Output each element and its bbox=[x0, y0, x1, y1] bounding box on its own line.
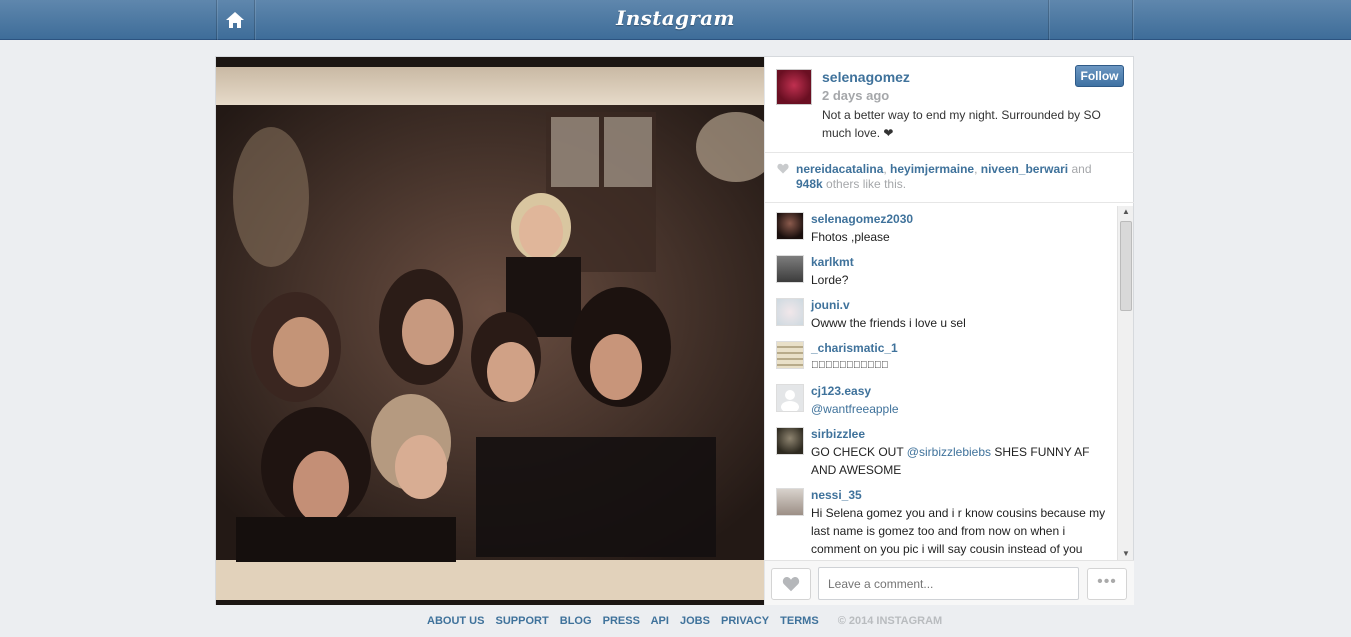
likes-summary: nereidacatalina, heyimjermaine, niveen_b… bbox=[765, 153, 1134, 203]
comment-avatar[interactable] bbox=[776, 341, 804, 369]
liker-link[interactable]: niveen_berwari bbox=[981, 162, 1068, 176]
comment-username[interactable]: sirbizzlee bbox=[811, 425, 1107, 443]
post-username[interactable]: selenagomez bbox=[822, 69, 910, 85]
footer-link-terms[interactable]: TERMS bbox=[780, 615, 819, 627]
footer-link-jobs[interactable]: JOBS bbox=[680, 615, 710, 627]
instagram-logo[interactable]: Instagram bbox=[0, 6, 1351, 30]
liker-link[interactable]: nereidacatalina bbox=[796, 162, 883, 176]
post-photo[interactable] bbox=[216, 57, 764, 605]
comments-list[interactable]: selenagomez2030 Fhotos ,please karlkmt L… bbox=[765, 204, 1117, 560]
comment-avatar[interactable] bbox=[776, 212, 804, 240]
comment-avatar[interactable] bbox=[776, 298, 804, 326]
comment-avatar[interactable] bbox=[776, 488, 804, 516]
likes-and-text: and bbox=[1068, 162, 1092, 176]
comment-username[interactable]: jouni.v bbox=[811, 296, 1107, 314]
scroll-thumb[interactable] bbox=[1120, 221, 1132, 311]
footer-link-privacy[interactable]: PRIVACY bbox=[721, 615, 769, 627]
heart-icon bbox=[777, 163, 789, 174]
comment-item: selenagomez2030 Fhotos ,please bbox=[765, 204, 1117, 247]
comment-item: sirbizzlee GO CHECK OUT @sirbizzlebiebs … bbox=[765, 419, 1117, 480]
likes-count[interactable]: 948k bbox=[796, 177, 823, 191]
comment-text-part: GO CHECK OUT bbox=[811, 445, 907, 459]
default-avatar-icon bbox=[781, 390, 799, 413]
scroll-down-arrow-icon[interactable]: ▼ bbox=[1118, 548, 1134, 560]
comment-action-bar: ••• bbox=[765, 560, 1134, 605]
heart-icon bbox=[782, 577, 800, 592]
comment-item: _charismatic_1 􏿾􏿾􏿾􏿾􏿾􏿾􏿾􏿾􏿾􏿾􏿾 bbox=[765, 333, 1117, 376]
scroll-up-arrow-icon[interactable]: ▲ bbox=[1118, 206, 1134, 218]
comment-avatar[interactable] bbox=[776, 255, 804, 283]
post-timestamp[interactable]: 2 days ago bbox=[822, 88, 889, 103]
comment-text: GO CHECK OUT @sirbizzlebiebs SHES FUNNY … bbox=[811, 443, 1107, 479]
comment-text: Hi Selena gomez you and i r know cousins… bbox=[811, 506, 1106, 556]
comment-username[interactable]: karlkmt bbox=[811, 253, 1107, 271]
comments-scrollbar[interactable]: ▲ ▼ bbox=[1117, 206, 1133, 560]
more-options-button[interactable]: ••• bbox=[1087, 568, 1127, 600]
comment-item: jouni.v Owww the friends i love u sel bbox=[765, 290, 1117, 333]
like-button[interactable] bbox=[771, 568, 811, 600]
post-card: selenagomez 2 days ago Not a better way … bbox=[215, 56, 1134, 605]
liker-link[interactable]: heyimjermaine bbox=[890, 162, 974, 176]
comment-mention[interactable]: @wantfreeapple bbox=[811, 400, 1107, 418]
comment-username[interactable]: nessi_35 bbox=[811, 486, 1107, 504]
comment-text: Fhotos ,please bbox=[811, 230, 890, 244]
likes-separator: , bbox=[974, 162, 981, 176]
comment-avatar[interactable] bbox=[776, 384, 804, 413]
comment-username[interactable]: cj123.easy bbox=[811, 382, 1107, 400]
top-navigation-bar: Instagram bbox=[0, 0, 1351, 40]
likes-rest-text: others like this. bbox=[822, 177, 907, 191]
avatar[interactable] bbox=[776, 69, 812, 105]
post-side-panel: selenagomez 2 days ago Not a better way … bbox=[764, 57, 1134, 605]
photo-image bbox=[216, 57, 764, 605]
post-header: selenagomez 2 days ago Not a better way … bbox=[765, 57, 1134, 153]
footer-link-press[interactable]: PRESS bbox=[603, 615, 640, 627]
follow-button[interactable]: Follow bbox=[1075, 65, 1124, 87]
copyright: © 2014 INSTAGRAM bbox=[837, 615, 943, 627]
comment-mention[interactable]: @sirbizzlebiebs bbox=[907, 445, 991, 459]
comment-text: Lorde? bbox=[811, 273, 849, 287]
comment-item: cj123.easy @wantfreeapple bbox=[765, 376, 1117, 419]
footer-link-about[interactable]: ABOUT US bbox=[427, 615, 484, 627]
page-footer: ABOUT US SUPPORT BLOG PRESS API JOBS PRI… bbox=[427, 615, 942, 627]
comment-item: karlkmt Lorde? bbox=[765, 247, 1117, 290]
comment-username[interactable]: selenagomez2030 bbox=[811, 210, 1107, 228]
footer-link-api[interactable]: API bbox=[651, 615, 669, 627]
comment-username[interactable]: _charismatic_1 bbox=[811, 339, 1107, 357]
footer-link-blog[interactable]: BLOG bbox=[560, 615, 592, 627]
comment-input[interactable] bbox=[818, 567, 1079, 600]
comment-text: 􏿾􏿾􏿾􏿾􏿾􏿾􏿾􏿾􏿾􏿾􏿾 bbox=[811, 360, 889, 371]
footer-link-support[interactable]: SUPPORT bbox=[496, 615, 549, 627]
comment-item: nessi_35 Hi Selena gomez you and i r kno… bbox=[765, 480, 1117, 558]
comment-avatar[interactable] bbox=[776, 427, 804, 455]
post-caption: Not a better way to end my night. Surrou… bbox=[822, 108, 1101, 140]
comment-text: Owww the friends i love u sel bbox=[811, 316, 966, 330]
